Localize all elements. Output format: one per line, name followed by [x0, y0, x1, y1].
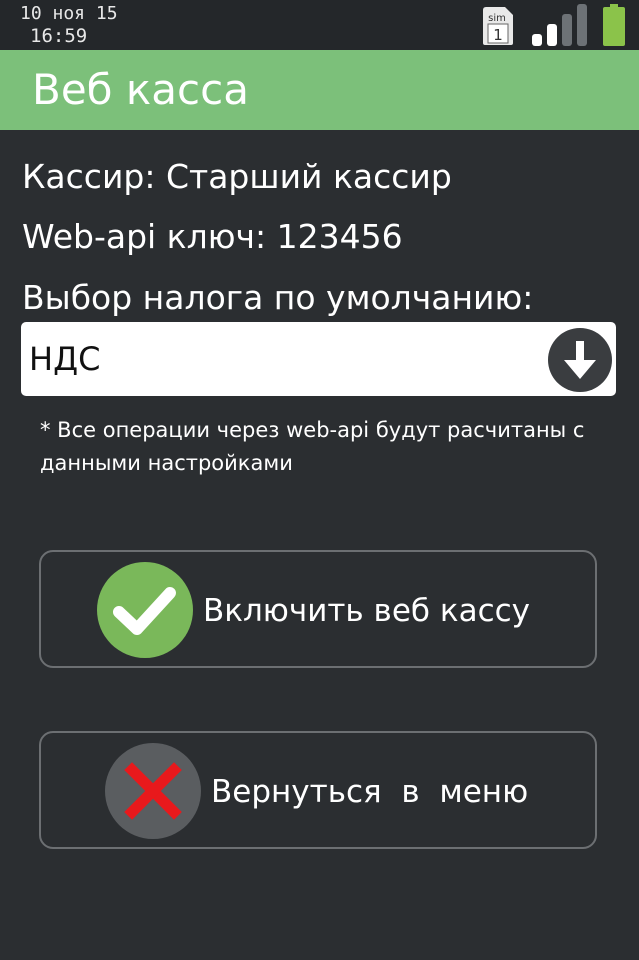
tax-select-value: НДС: [29, 340, 101, 378]
tax-select[interactable]: НДС: [21, 322, 616, 396]
cashier-label: Кассир: Старший кассир: [22, 157, 452, 196]
status-bar: 10 ноя 15 16:59 sim 1: [0, 0, 639, 50]
sim-number: 1: [493, 26, 503, 44]
enable-web-kassa-button[interactable]: Включить веб кассу: [39, 550, 597, 668]
checkmark-icon: [97, 562, 193, 658]
page-title: Веб касса: [32, 65, 249, 114]
status-date: 10 ноя 15: [20, 3, 118, 24]
settings-note: * Все операции через web-api будут расчи…: [40, 418, 585, 475]
sim-label: sim: [488, 13, 506, 24]
status-time: 16:59: [30, 25, 88, 47]
tax-label: Выбор налога по умолчанию:: [22, 278, 534, 317]
arrow-down-circle-icon[interactable]: [547, 327, 613, 393]
api-key-label: Web-api ключ: 123456: [22, 217, 403, 256]
enable-web-kassa-label: Включить веб кассу: [203, 593, 531, 629]
close-x-icon: [105, 743, 201, 839]
battery-icon: [603, 4, 625, 46]
back-to-menu-button[interactable]: Вернуться в меню: [39, 731, 597, 849]
signal-strength-icon: [532, 4, 587, 46]
back-to-menu-label: Вернуться в меню: [211, 774, 529, 810]
sim-card-icon: sim 1: [483, 7, 513, 45]
